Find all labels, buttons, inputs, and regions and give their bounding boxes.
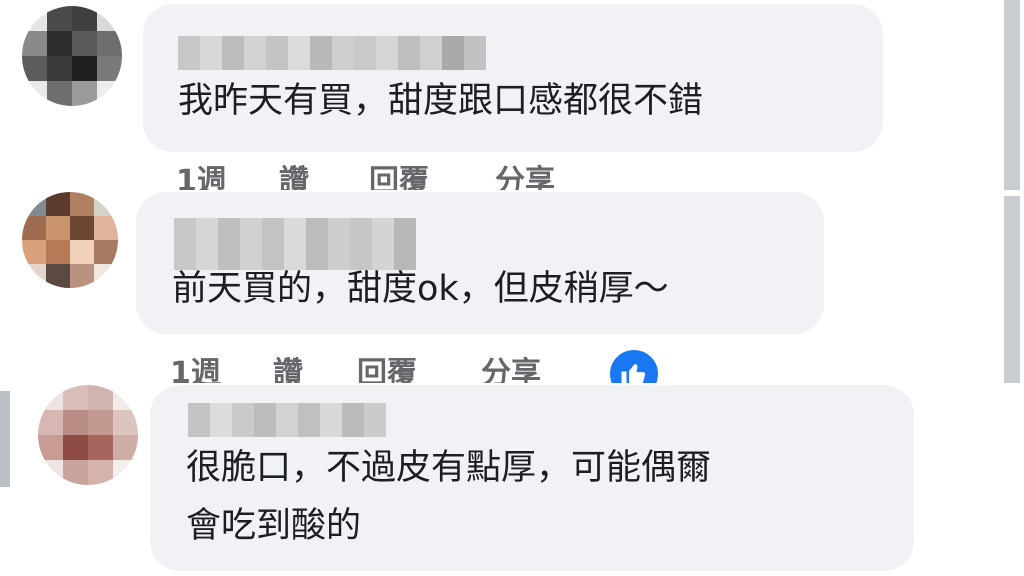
thread-line (0, 391, 10, 487)
like-link[interactable]: 讚 (273, 354, 357, 383)
avatar[interactable] (22, 192, 118, 288)
author-name-blurred[interactable] (178, 36, 486, 70)
reply-link[interactable]: 回覆 (357, 354, 481, 383)
comment-3: 很脆口，不過皮有點厚，可能偶爾 會吃到酸的 (0, 383, 1024, 576)
like-link[interactable]: 讚 (279, 162, 369, 190)
like-reaction-icon[interactable] (606, 346, 662, 383)
comment-text-line-1: 很脆口，不過皮有點厚，可能偶爾 (186, 448, 712, 488)
share-link[interactable]: 分享 (481, 354, 571, 383)
share-link[interactable]: 分享 (495, 162, 585, 190)
scrollbar[interactable] (1000, 190, 1024, 383)
author-name-blurred[interactable] (188, 403, 386, 437)
comment-text-line-2: 會吃到酸的 (186, 506, 362, 546)
reply-link[interactable]: 回覆 (369, 162, 495, 190)
comment-1: 我昨天有買，甜度跟口感都很不錯 1週 讚 回覆 分享 (0, 0, 1024, 190)
scrollbar[interactable] (1000, 0, 1024, 190)
comment-text: 我昨天有買，甜度跟口感都很不錯 (178, 81, 704, 121)
comment-actions: 1週 讚 回覆 分享 (176, 162, 585, 190)
comment-2: 前天買的，甜度ok，但皮稍厚～ 1週 讚 回覆 分享 (0, 190, 1024, 383)
thumbs-up-icon (621, 364, 646, 383)
avatar[interactable] (22, 6, 122, 106)
timestamp-link[interactable]: 1週 (176, 162, 279, 190)
timestamp-link[interactable]: 1週 (170, 354, 273, 383)
comment-text: 前天買的，甜度ok，但皮稍厚～ (172, 269, 669, 309)
avatar[interactable] (38, 385, 138, 485)
comment-actions: 1週 讚 回覆 分享 (170, 354, 571, 383)
